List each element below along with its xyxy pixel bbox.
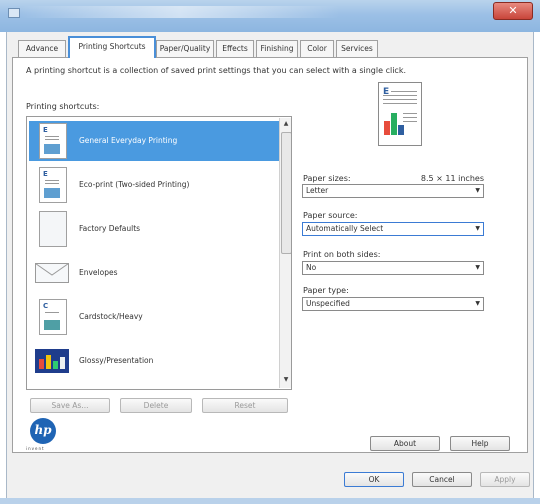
list-item-general-everyday-printing[interactable]: E General Everyday Printing xyxy=(29,121,279,161)
list-item-envelopes[interactable]: Envelopes xyxy=(29,253,279,293)
scrollbar-thumb[interactable] xyxy=(281,132,291,254)
list-item-label: Factory Defaults xyxy=(79,224,141,233)
window-frame-bottom xyxy=(0,498,540,504)
paper-type-select[interactable]: Unspecified ▼ xyxy=(302,297,484,311)
paper-size-select[interactable]: Letter ▼ xyxy=(302,184,484,198)
paper-size-label: Paper sizes: xyxy=(303,174,351,183)
paper-size-dimensions: 8.5 × 11 inches xyxy=(420,174,484,183)
reset-button[interactable]: Reset xyxy=(202,398,288,413)
hp-logo-tagline: invent xyxy=(26,446,45,451)
chevron-down-icon: ▼ xyxy=(475,225,480,232)
scroll-up-icon[interactable]: ▲ xyxy=(282,120,290,128)
list-item-eco-print[interactable]: E Eco-print (Two-sided Printing) xyxy=(29,165,279,205)
list-item-cardstock-heavy[interactable]: C Cardstock/Heavy xyxy=(29,297,279,337)
list-item-label: General Everyday Printing xyxy=(79,136,178,145)
print-both-sides-label: Print on both sides: xyxy=(303,250,381,259)
presentation-icon xyxy=(35,349,69,373)
tab-printing-shortcuts[interactable]: Printing Shortcuts xyxy=(68,36,156,58)
cardstock-icon: C xyxy=(39,299,67,335)
about-button[interactable]: About xyxy=(370,436,440,451)
tab-services[interactable]: Services xyxy=(336,40,378,57)
document-icon: E xyxy=(39,123,67,159)
chevron-down-icon: ▼ xyxy=(475,264,480,271)
list-item-glossy-presentation[interactable]: Glossy/Presentation xyxy=(29,341,279,381)
hp-logo: hp xyxy=(30,418,56,444)
shortcut-description: A printing shortcut is a collection of s… xyxy=(26,66,406,75)
list-scrollbar[interactable]: ▲ ▼ xyxy=(279,118,291,388)
tab-effects[interactable]: Effects xyxy=(216,40,254,57)
page-preview: E xyxy=(378,82,422,146)
print-both-sides-select[interactable]: No ▼ xyxy=(302,261,484,275)
ok-button[interactable]: OK xyxy=(344,472,404,487)
tab-paper-quality[interactable]: Paper/Quality xyxy=(156,40,214,57)
list-item-label: Envelopes xyxy=(79,268,118,277)
print-both-sides-value: No xyxy=(306,263,317,272)
list-item-factory-defaults[interactable]: Factory Defaults xyxy=(29,209,279,249)
scroll-down-icon[interactable]: ▼ xyxy=(282,376,290,384)
printer-app-icon xyxy=(8,8,20,18)
tab-color[interactable]: Color xyxy=(300,40,334,57)
list-item-label: Cardstock/Heavy xyxy=(79,312,143,321)
document-icon: E xyxy=(39,167,67,203)
list-item-label: Eco-print (Two-sided Printing) xyxy=(79,180,190,189)
chevron-down-icon: ▼ xyxy=(475,187,480,194)
list-item-label: Glossy/Presentation xyxy=(79,356,154,365)
paper-size-value: Letter xyxy=(306,186,329,195)
title-bar-highlight xyxy=(20,6,340,18)
tab-finishing[interactable]: Finishing xyxy=(256,40,298,57)
chevron-down-icon: ▼ xyxy=(475,300,480,307)
paper-source-select[interactable]: Automatically Select ▼ xyxy=(302,222,484,236)
envelope-icon xyxy=(35,263,69,283)
shortcuts-label: Printing shortcuts: xyxy=(26,102,100,111)
cancel-button[interactable]: Cancel xyxy=(412,472,472,487)
blank-page-icon xyxy=(39,211,67,247)
paper-type-value: Unspecified xyxy=(306,299,350,308)
shortcuts-list[interactable]: E General Everyday Printing E Eco-print … xyxy=(26,116,292,390)
save-as-button[interactable]: Save As... xyxy=(30,398,110,413)
delete-button[interactable]: Delete xyxy=(120,398,192,413)
paper-source-value: Automatically Select xyxy=(306,224,384,233)
paper-type-label: Paper type: xyxy=(303,286,349,295)
apply-button[interactable]: Apply xyxy=(480,472,530,487)
help-button[interactable]: Help xyxy=(450,436,510,451)
close-button[interactable]: ✕ xyxy=(493,2,533,20)
tab-advanced[interactable]: Advance xyxy=(18,40,66,57)
paper-source-label: Paper source: xyxy=(303,211,358,220)
